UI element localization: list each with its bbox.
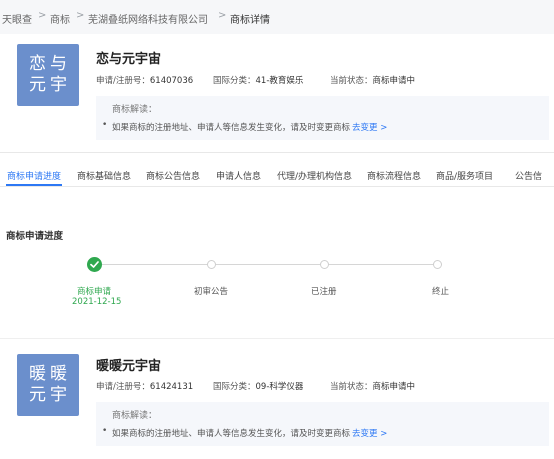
tab-basic-info[interactable]: 商标基础信息 bbox=[77, 169, 131, 182]
breadcrumb-item-current: 商标详情 bbox=[230, 15, 270, 26]
international-class: 国际分类：09-科学仪器 bbox=[213, 380, 303, 392]
registration-number: 申请/注册号：61407036 bbox=[96, 74, 193, 86]
international-class-value: 41-教育娱乐 bbox=[255, 76, 304, 86]
tabs-divider bbox=[0, 186, 554, 187]
current-status: 当前状态：商标申请中 bbox=[330, 380, 415, 392]
trademark-interpretation-box: 商标解读： • 如果商标的注册地址、申请人等信息发生变化，请及时变更商标 去变更… bbox=[96, 96, 549, 140]
international-class-label: 国际分类： bbox=[213, 382, 256, 392]
current-status: 当前状态：商标申请中 bbox=[330, 74, 415, 86]
progress-track bbox=[102, 264, 442, 265]
progress-step-pending bbox=[433, 260, 442, 269]
trademark-logo-char: 元 bbox=[29, 385, 46, 405]
progress-step-label: 商标申请 bbox=[77, 287, 112, 297]
bullet-icon: • bbox=[102, 120, 108, 130]
breadcrumb-bar: 天眼查 > 商标 > 芜湖叠纸网络科技有限公司 > 商标详情 bbox=[0, 0, 554, 34]
progress-step-pending bbox=[320, 260, 329, 269]
trademark-logo-char: 宇 bbox=[50, 75, 67, 95]
progress-step-label: 终止 bbox=[432, 287, 450, 297]
change-trademark-link[interactable]: 去变更 > bbox=[352, 427, 387, 439]
international-class-value: 09-科学仪器 bbox=[255, 382, 304, 392]
international-class: 国际分类：41-教育娱乐 bbox=[213, 74, 303, 86]
progress-step-done bbox=[87, 257, 102, 272]
tab-application-progress[interactable]: 商标申请进度 bbox=[7, 169, 61, 182]
change-trademark-link[interactable]: 去变更 > bbox=[352, 121, 387, 133]
trademark-logo-char: 暖 bbox=[50, 364, 67, 384]
breadcrumb-item-home[interactable]: 天眼查 bbox=[2, 11, 32, 26]
registration-number-value: 61424131 bbox=[149, 382, 194, 392]
progress-step-label: 已注册 bbox=[311, 287, 337, 297]
trademark-logo-char: 恋 bbox=[29, 54, 46, 74]
check-icon bbox=[90, 261, 99, 268]
trademark-logo: 恋 与 元 宇 bbox=[17, 44, 79, 106]
progress-step-pending bbox=[207, 260, 216, 269]
interpretation-text: 如果商标的注册地址、申请人等信息发生变化，请及时变更商标 bbox=[112, 429, 351, 439]
tabs-divider bbox=[0, 152, 554, 153]
progress-step-label: 初审公告 bbox=[194, 287, 229, 297]
interpretation-text: 如果商标的注册地址、申请人等信息发生变化，请及时变更商标 bbox=[112, 123, 351, 133]
breadcrumb-separator: > bbox=[76, 10, 85, 21]
registration-number-value: 61407036 bbox=[149, 76, 194, 86]
interpretation-title: 商标解读： bbox=[112, 411, 158, 421]
current-status-label: 当前状态： bbox=[330, 382, 373, 392]
registration-number: 申请/注册号：61424131 bbox=[96, 380, 193, 392]
trademark-name: 恋与元宇宙 bbox=[96, 52, 162, 67]
tab-process-info[interactable]: 商标流程信息 bbox=[367, 169, 421, 182]
breadcrumb-separator: > bbox=[218, 10, 227, 21]
progress-step-date: 2021-12-15 bbox=[72, 297, 122, 307]
tab-announcement-info[interactable]: 商标公告信息 bbox=[146, 169, 200, 182]
registration-number-label: 申请/注册号： bbox=[96, 382, 150, 392]
trademark-logo-char: 元 bbox=[29, 75, 46, 95]
registration-number-label: 申请/注册号： bbox=[96, 76, 150, 86]
trademark-name: 暖暖元宇宙 bbox=[96, 359, 162, 374]
section-title: 商标申请进度 bbox=[6, 231, 64, 242]
tab-announcement[interactable]: 公告信 bbox=[515, 169, 542, 182]
trademark-interpretation-box: 商标解读： • 如果商标的注册地址、申请人等信息发生变化，请及时变更商标 去变更… bbox=[96, 402, 549, 446]
tab-applicant-info[interactable]: 申请人信息 bbox=[216, 169, 261, 182]
bullet-icon: • bbox=[102, 426, 108, 436]
breadcrumb-item-trademark[interactable]: 商标 bbox=[50, 11, 70, 26]
current-status-label: 当前状态： bbox=[330, 76, 373, 86]
international-class-label: 国际分类： bbox=[213, 76, 256, 86]
tab-agency-info[interactable]: 代理/办理机构信息 bbox=[277, 169, 352, 182]
current-status-value: 商标申请中 bbox=[372, 76, 416, 86]
interpretation-title: 商标解读： bbox=[112, 105, 158, 115]
tab-goods-services[interactable]: 商品/服务项目 bbox=[436, 169, 493, 182]
section-divider bbox=[0, 338, 554, 339]
breadcrumb-separator: > bbox=[38, 10, 47, 21]
breadcrumb-item-company[interactable]: 芜湖叠纸网络科技有限公司 bbox=[88, 11, 208, 26]
trademark-logo-char: 宇 bbox=[50, 385, 67, 405]
trademark-logo-char: 暖 bbox=[29, 364, 46, 384]
current-status-value: 商标申请中 bbox=[372, 382, 416, 392]
trademark-logo: 暖 暖 元 宇 bbox=[17, 354, 79, 416]
trademark-logo-char: 与 bbox=[50, 54, 67, 74]
